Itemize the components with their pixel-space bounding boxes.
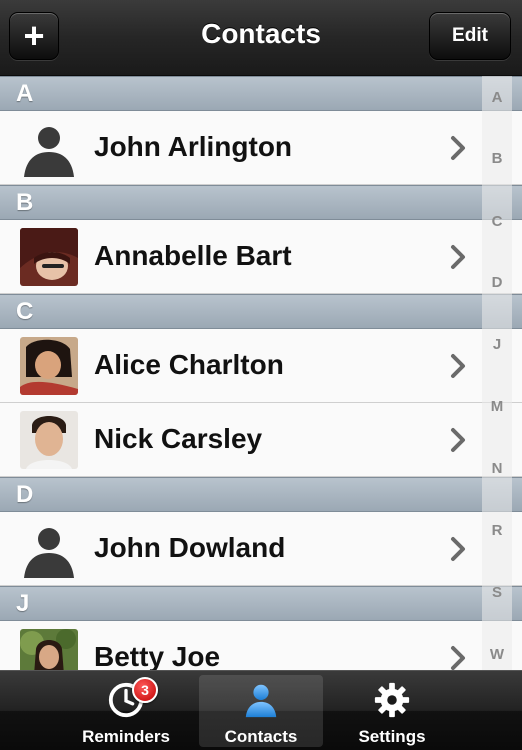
contact-name: Nick Carsley: [94, 423, 263, 454]
chevron-right-icon: [451, 537, 465, 561]
tab-reminders[interactable]: 3 Reminders: [64, 675, 188, 747]
edit-button[interactable]: Edit: [429, 12, 511, 60]
contact-name: Annabelle Bart: [94, 240, 292, 271]
chevron-right-icon: [451, 354, 465, 378]
contact-photo: [20, 411, 78, 469]
section-index[interactable]: A B C D J M N R S W: [482, 76, 512, 670]
chevron-right-icon: [451, 646, 465, 670]
contact-name: John Arlington: [94, 131, 293, 162]
index-letter[interactable]: S: [482, 584, 512, 601]
contact-row[interactable]: Nick Carsley: [0, 403, 522, 477]
contact-row[interactable]: Annabelle Bart: [0, 220, 522, 294]
contact-photo: [20, 629, 78, 670]
section-header-c: C: [0, 294, 522, 329]
index-letter[interactable]: R: [482, 522, 512, 539]
contact-name: Betty Joe: [94, 641, 221, 670]
tab-contacts[interactable]: Contacts: [199, 675, 323, 747]
chevron-right-icon: [451, 136, 465, 160]
section-header-j: J: [0, 586, 522, 621]
chevron-right-icon: [451, 245, 465, 269]
index-letter[interactable]: A: [482, 89, 512, 106]
index-letter[interactable]: W: [482, 646, 512, 663]
contacts-list[interactable]: A John Arlington B Annabelle Bart C Alic…: [0, 76, 522, 670]
contact-photo: [20, 228, 78, 286]
section-header-b: B: [0, 185, 522, 220]
contact-row[interactable]: John Dowland: [0, 512, 522, 586]
index-letter[interactable]: N: [482, 460, 512, 477]
chevron-right-icon: [451, 428, 465, 452]
tab-label: Contacts: [224, 727, 298, 746]
section-header-a: A: [0, 76, 522, 111]
tab-label: Reminders: [82, 727, 170, 746]
placeholder-silhouette-icon: [20, 520, 78, 578]
contact-row[interactable]: Betty Joe: [0, 621, 522, 670]
placeholder-silhouette-icon: [20, 119, 78, 177]
tab-label: Settings: [358, 727, 426, 746]
index-letter[interactable]: B: [482, 150, 512, 167]
navigation-bar: + Contacts Edit: [0, 0, 522, 76]
gear-icon: [374, 682, 410, 718]
contact-name: John Dowland: [94, 532, 286, 563]
tab-bar: 3 Reminders Contacts Settings: [0, 670, 522, 750]
section-header-d: D: [0, 477, 522, 512]
contact-photo: [20, 337, 78, 395]
index-letter[interactable]: J: [482, 336, 512, 353]
index-letter[interactable]: M: [482, 398, 512, 415]
contact-row[interactable]: John Arlington: [0, 111, 522, 185]
tab-settings[interactable]: Settings: [330, 675, 454, 747]
index-letter[interactable]: C: [482, 213, 512, 230]
person-icon: [245, 684, 277, 718]
contact-name: Alice Charlton: [94, 349, 284, 380]
index-letter[interactable]: D: [482, 274, 512, 291]
notification-badge: 3: [132, 677, 158, 703]
contact-row[interactable]: Alice Charlton: [0, 329, 522, 403]
